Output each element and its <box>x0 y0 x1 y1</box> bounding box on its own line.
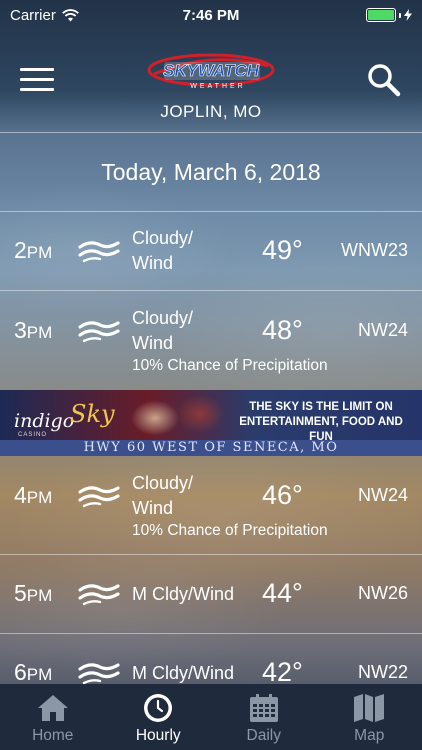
cloudy-wind-icon <box>78 483 120 509</box>
date-text: Today, March 6, 2018 <box>101 158 321 185</box>
carrier-group: Carrier <box>10 7 79 24</box>
ad-banner[interactable]: indigo Sky CASINO THE SKY IS THE LIMIT O… <box>0 390 422 456</box>
tab-map[interactable]: Map <box>317 684 422 750</box>
cloudy-wind-icon <box>78 581 120 607</box>
precip-chance: 10% Chance of Precipitation <box>132 522 328 539</box>
condition-text: M Cldy/Wind <box>132 663 235 683</box>
hour-time: 5PM <box>14 580 53 606</box>
temperature: 49° <box>262 235 303 265</box>
map-icon <box>354 694 385 722</box>
wind-text: NW24 <box>357 320 408 340</box>
ad-address-strip: HWY 60 WEST OF SENECA, MO <box>0 440 422 456</box>
date-heading: Today, March 6, 2018 <box>0 133 422 211</box>
battery-icon <box>366 8 412 22</box>
hour-time: 2PM <box>14 237 53 263</box>
condition-text: Cloudy/ Wind <box>132 228 194 273</box>
clock-icon <box>144 694 173 722</box>
tab-daily[interactable]: Daily <box>211 684 317 750</box>
ad-brand-logo: indigo Sky CASINO <box>14 400 115 438</box>
cloudy-wind-icon <box>78 318 120 344</box>
charging-bolt-icon <box>404 9 412 21</box>
ad-tagline: THE SKY IS THE LIMIT ON ENTERTAINMENT, F… <box>239 401 403 443</box>
wind-text: WNW23 <box>341 240 408 260</box>
wind-text: NW24 <box>357 485 408 505</box>
hour-time: 4PM <box>14 482 53 508</box>
wifi-icon <box>62 8 79 21</box>
cloudy-wind-icon <box>78 660 120 686</box>
hamburger-menu-icon[interactable] <box>20 68 54 94</box>
condition-text: Cloudy/ Wind <box>132 473 194 518</box>
cloudy-wind-icon <box>78 238 120 264</box>
tab-bar: Home Hourly Daily Map <box>0 684 422 750</box>
hourly-row[interactable]: 3PM Cloudy/ Wind 48° NW24 10% Chance of Prec… <box>0 291 422 389</box>
hour-time: 6PM <box>14 659 53 685</box>
tab-hourly[interactable]: Hourly <box>106 684 212 750</box>
home-icon <box>37 695 68 721</box>
svg-text:SKYWATCH: SKYWATCH <box>163 61 260 80</box>
ad-photo <box>120 390 230 440</box>
precip-chance: 10% Chance of Precipitation <box>132 357 328 374</box>
temperature: 44° <box>262 578 303 608</box>
temperature: 48° <box>262 315 303 345</box>
svg-text:WEATHER: WEATHER <box>190 83 245 90</box>
hourly-row[interactable]: 2PM Cloudy/ Wind 49° WNW23 <box>0 212 422 290</box>
wind-text: NW26 <box>357 583 408 603</box>
tab-home[interactable]: Home <box>0 684 106 750</box>
search-icon[interactable] <box>366 62 402 98</box>
hourly-row[interactable]: 5PM M Cldy/Wind 44° NW26 <box>0 555 422 633</box>
app-header: SKYWATCH WEATHER JOPLIN, MO <box>0 30 422 132</box>
skywatch-logo: SKYWATCH WEATHER <box>147 53 275 90</box>
condition-text: M Cldy/Wind <box>132 584 235 604</box>
hourly-row[interactable]: 4PM Cloudy/ Wind 46° NW24 10% Chance of Prec… <box>0 456 422 554</box>
location-label[interactable]: JOPLIN, MO <box>0 102 422 122</box>
temperature: 46° <box>262 480 303 510</box>
wind-text: NW22 <box>357 662 408 682</box>
status-bar: Carrier 7:46 PM <box>0 0 422 30</box>
carrier-label: Carrier <box>10 6 56 24</box>
hour-time: 3PM <box>14 317 53 343</box>
calendar-icon <box>249 694 278 722</box>
condition-text: Cloudy/ Wind <box>132 308 194 353</box>
